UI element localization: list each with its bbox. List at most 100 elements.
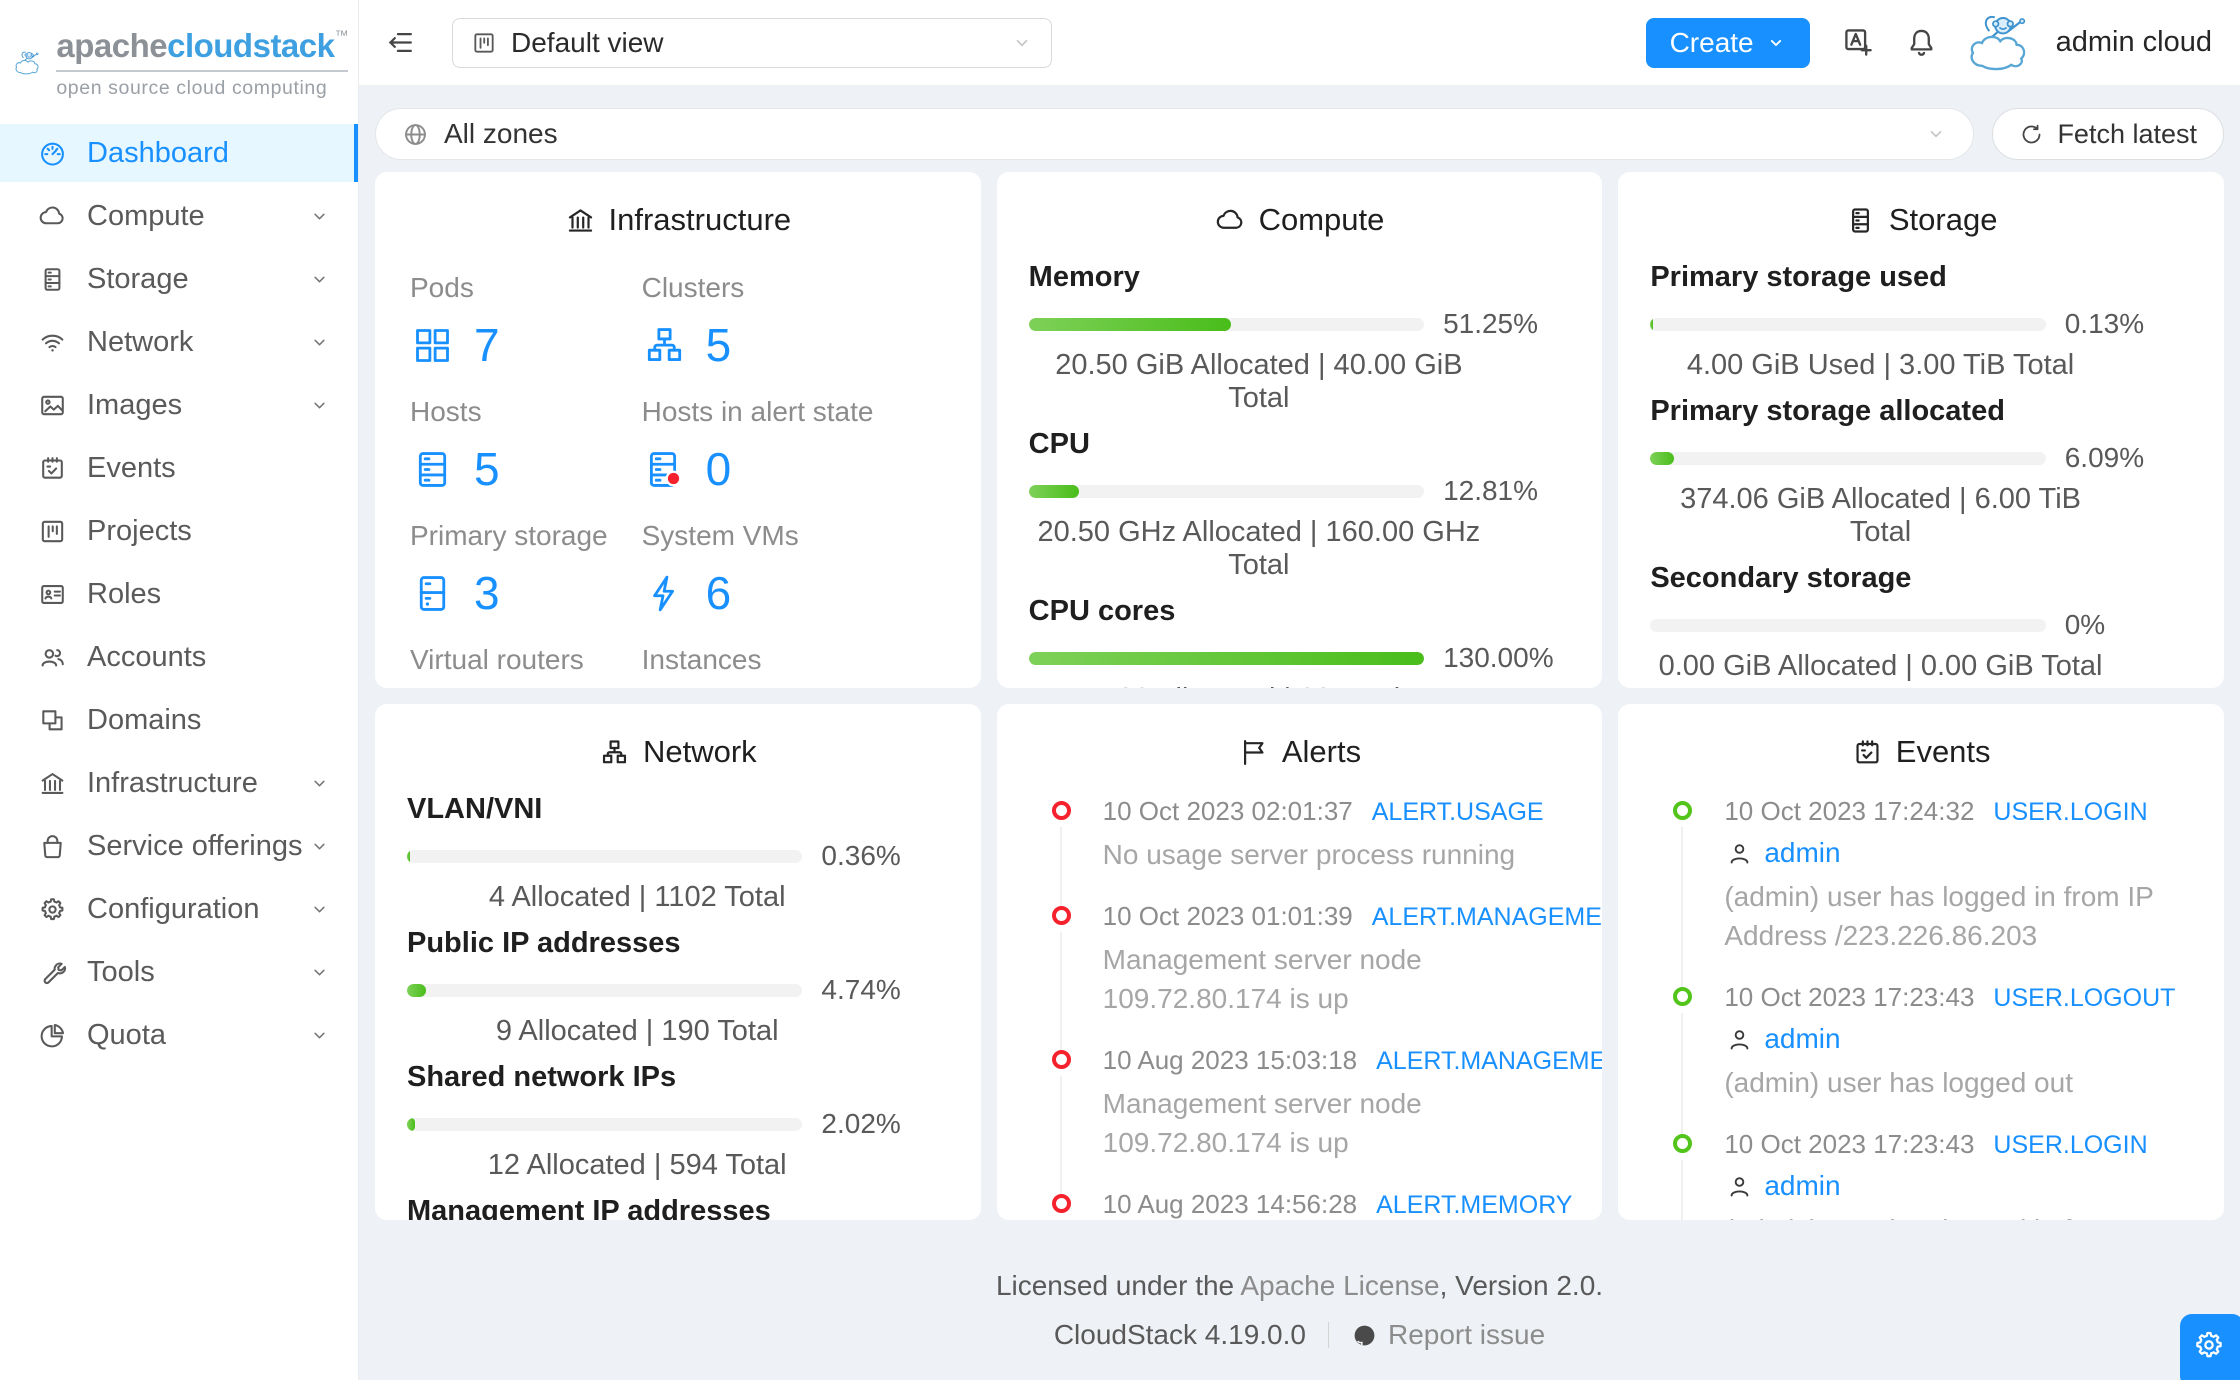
sidebar-item-tools[interactable]: Tools xyxy=(0,943,358,1001)
stat-system-vms[interactable]: System VMs 6 xyxy=(642,520,949,620)
alert-type-link[interactable]: ALERT.MANAGEMENT xyxy=(1372,903,1603,932)
reload-icon xyxy=(2019,122,2044,147)
menu-fold-icon[interactable] xyxy=(385,27,416,58)
stat-hosts[interactable]: Hosts 5 xyxy=(410,396,642,496)
fetch-latest-button[interactable]: Fetch latest xyxy=(1992,108,2224,160)
event-type-link[interactable]: USER.LOGOUT xyxy=(1993,984,2175,1013)
stat-clusters[interactable]: Clusters 5 xyxy=(642,272,949,372)
sidebar-item-compute[interactable]: Compute xyxy=(0,187,358,245)
event-user-link[interactable]: admin xyxy=(1764,1023,1840,1055)
version-text: CloudStack 4.19.0.0 xyxy=(1053,1319,1306,1350)
host-server-icon xyxy=(410,447,455,492)
alert-type-link[interactable]: ALERT.MEMORY xyxy=(1376,1191,1572,1220)
infrastructure-card: Infrastructure Pods 7 Clusters 5 Hosts 5… xyxy=(375,172,981,688)
infrastructure-stats: Pods 7 Clusters 5 Hosts 5 Hosts in alert… xyxy=(407,248,949,688)
wifi-icon xyxy=(38,328,67,357)
translate-language-icon[interactable] xyxy=(1842,26,1875,59)
sidebar-item-events[interactable]: Events xyxy=(0,439,358,497)
event-item: 10 Oct 2023 17:24:32 USER.LOGIN admin (ad… xyxy=(1650,796,2192,989)
metric-primary-storage-used: Primary storage used 0.13% 4.00 GiB Used… xyxy=(1650,261,2145,381)
alerts-card: Alerts 10 Oct 2023 02:01:37 ALERT.USAGE N… xyxy=(996,704,1603,1220)
team-icon xyxy=(38,643,67,672)
sidebar-item-roles[interactable]: Roles xyxy=(0,565,358,623)
stat-pods[interactable]: Pods 7 xyxy=(410,272,642,372)
picture-icon xyxy=(38,391,67,420)
events-card-title: Events xyxy=(1650,728,2192,780)
brand-tagline: open source cloud computing xyxy=(56,76,328,99)
gear-icon xyxy=(2192,1328,2226,1362)
cloud-icon xyxy=(1215,205,1246,236)
chevron-down-icon xyxy=(309,836,330,857)
divider xyxy=(1327,1322,1329,1348)
view-selector[interactable]: Default view xyxy=(452,17,1052,68)
report-issue-link[interactable]: Report issue xyxy=(1388,1319,1545,1351)
sidebar-item-infrastructure[interactable]: Infrastructure xyxy=(0,754,358,812)
user-icon xyxy=(1726,1026,1753,1053)
event-user-link[interactable]: admin xyxy=(1764,1170,1840,1202)
network-card: Network VLAN/VNI 0.36% 4 Allocated | 110… xyxy=(375,704,981,1220)
network-card-title: Network xyxy=(407,728,949,780)
chevron-down-icon xyxy=(309,1025,330,1046)
database-icon xyxy=(38,265,67,294)
sidebar: apachecloudstack™ open source cloud comp… xyxy=(0,0,359,1380)
project-icon xyxy=(38,517,67,546)
infrastructure-card-title: Infrastructure xyxy=(407,196,949,248)
sidebar-item-domains[interactable]: Domains xyxy=(0,691,358,749)
host-alert-icon xyxy=(642,447,687,492)
sidebar-item-projects[interactable]: Projects xyxy=(0,502,358,560)
sidebar-item-accounts[interactable]: Accounts xyxy=(0,628,358,686)
event-user-link[interactable]: admin xyxy=(1764,837,1840,869)
progress-bar xyxy=(407,983,803,997)
alert-item: 10 Oct 2023 02:01:37 ALERT.USAGE No usage… xyxy=(1029,796,1571,908)
view-selector-value: Default view xyxy=(511,26,664,58)
stat-primary-storage[interactable]: Primary storage 3 xyxy=(410,520,642,620)
sidebar-item-dashboard[interactable]: Dashboard xyxy=(0,124,358,182)
metric-cpu: CPU 12.81% 20.50 GHz Allocated | 160.00 … xyxy=(1028,428,1539,581)
stat-virtual-routers[interactable]: Virtual routers 6 xyxy=(410,644,642,688)
cluster-icon xyxy=(599,737,630,768)
chevron-down-icon xyxy=(1766,33,1786,53)
event-type-link[interactable]: USER.LOGIN xyxy=(1993,798,2147,827)
sidebar-item-network[interactable]: Network xyxy=(0,313,358,371)
event-type-link[interactable]: USER.LOGIN xyxy=(1993,1131,2147,1160)
version-line: CloudStack 4.19.0.0 Report issue xyxy=(375,1319,2224,1351)
chevron-down-icon xyxy=(1925,123,1947,145)
chevron-down-icon xyxy=(309,899,330,920)
alert-type-link[interactable]: ALERT.MANAGEMENT xyxy=(1376,1047,1602,1076)
chevron-down-icon xyxy=(309,962,330,983)
user-icon xyxy=(1726,840,1753,867)
apache-license-link[interactable]: Apache License xyxy=(1240,1270,1439,1301)
chevron-down-icon xyxy=(309,395,330,416)
sidebar-item-service-offerings[interactable]: Service offerings xyxy=(0,817,358,875)
sidebar-item-storage[interactable]: Storage xyxy=(0,250,358,308)
stat-instances[interactable]: Instances 12 xyxy=(642,644,949,688)
page-footer: Licensed under the Apache License, Versi… xyxy=(375,1270,2224,1351)
zone-selector[interactable]: All zones xyxy=(375,108,1975,160)
shopping-bag-icon xyxy=(38,832,67,861)
alert-type-link[interactable]: ALERT.USAGE xyxy=(1372,798,1544,827)
theme-settings-button[interactable] xyxy=(2180,1314,2240,1380)
metric-management-ips: Management IP addresses 2.37% 6 Allocate… xyxy=(407,1195,949,1220)
license-line: Licensed under the Apache License, Versi… xyxy=(995,1270,1604,1301)
bank-icon xyxy=(38,769,67,798)
alert-dot xyxy=(1051,801,1071,820)
sidebar-item-configuration[interactable]: Configuration xyxy=(0,880,358,938)
brand-wordmark: apachecloudstack™ open source cloud comp… xyxy=(56,26,348,99)
storage-card: Storage Primary storage used 0.13% 4.00 … xyxy=(1618,172,2224,688)
user-avatar[interactable] xyxy=(1962,12,2044,74)
compute-card: Compute Memory 51.25% 20.50 GiB Allocate… xyxy=(996,172,1603,688)
notifications-bell-icon[interactable] xyxy=(1905,26,1938,59)
sidebar-nav: Dashboard Compute Storage Network Images xyxy=(0,122,358,1064)
sidebar-item-images[interactable]: Images xyxy=(0,376,358,434)
stat-hosts-alert[interactable]: Hosts in alert state 0 xyxy=(642,396,949,496)
main-area: Default view Create admin cloud All zone… xyxy=(359,0,2240,1380)
progress-bar xyxy=(1028,484,1425,498)
brand-logo[interactable]: apachecloudstack™ open source cloud comp… xyxy=(0,0,358,122)
alert-dot xyxy=(1051,1050,1071,1069)
thunderbolt-icon xyxy=(642,571,687,616)
create-button[interactable]: Create xyxy=(1645,17,1810,68)
wrench-icon xyxy=(38,958,67,987)
event-dot xyxy=(1673,1134,1693,1153)
blocks-icon xyxy=(38,706,67,735)
sidebar-item-quota[interactable]: Quota xyxy=(0,1006,358,1064)
